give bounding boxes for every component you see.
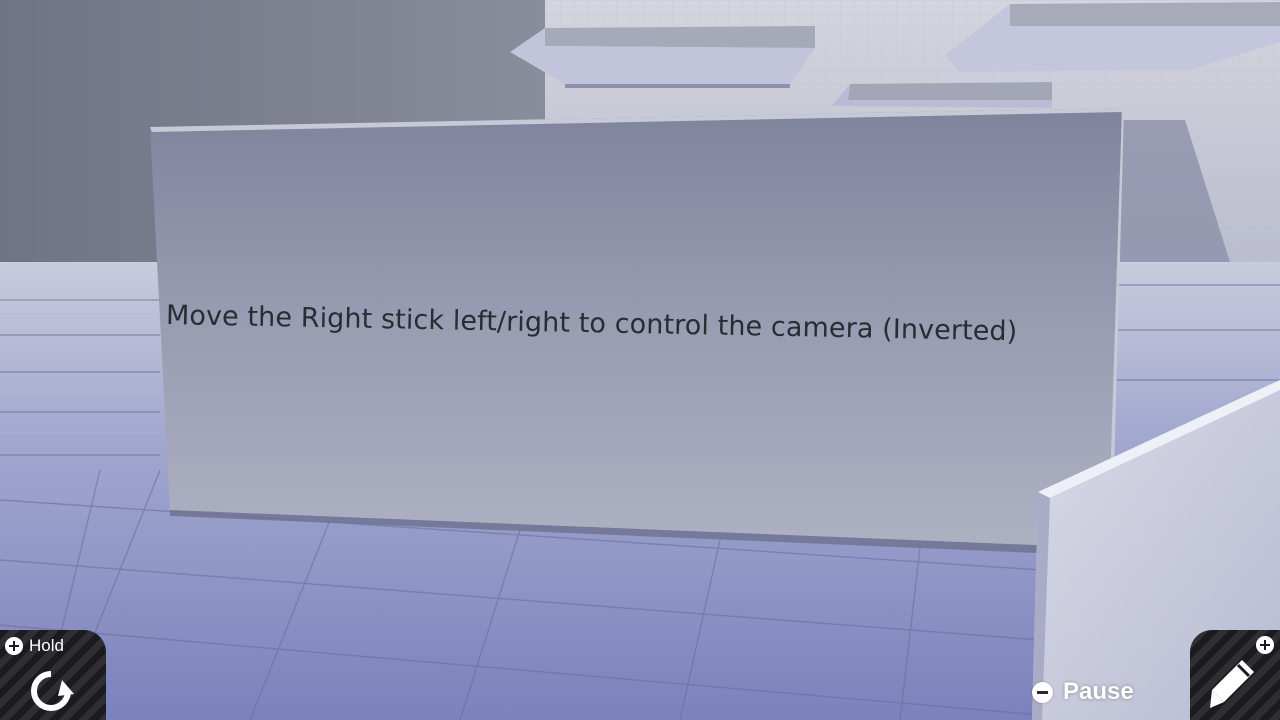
pencil-icon bbox=[1210, 660, 1254, 708]
pause-label: Pause bbox=[1063, 678, 1134, 705]
game-world bbox=[0, 0, 1280, 720]
game-scene: Move the Right stick left/right to contr… bbox=[0, 0, 1280, 720]
hold-rotate-button[interactable]: Hold bbox=[0, 630, 106, 720]
floating-platform bbox=[1010, 2, 1280, 26]
rotate-icon bbox=[31, 671, 74, 711]
plus-button-icon bbox=[1256, 636, 1274, 654]
hold-label-row: Hold bbox=[5, 636, 64, 656]
floating-platform bbox=[848, 82, 1052, 100]
edit-button[interactable] bbox=[1190, 630, 1280, 720]
pause-button[interactable]: Pause bbox=[1032, 678, 1134, 706]
minus-button-icon bbox=[1032, 681, 1053, 703]
floating-platform bbox=[545, 26, 815, 48]
plus-button-icon bbox=[5, 637, 23, 655]
hold-label: Hold bbox=[29, 636, 64, 655]
